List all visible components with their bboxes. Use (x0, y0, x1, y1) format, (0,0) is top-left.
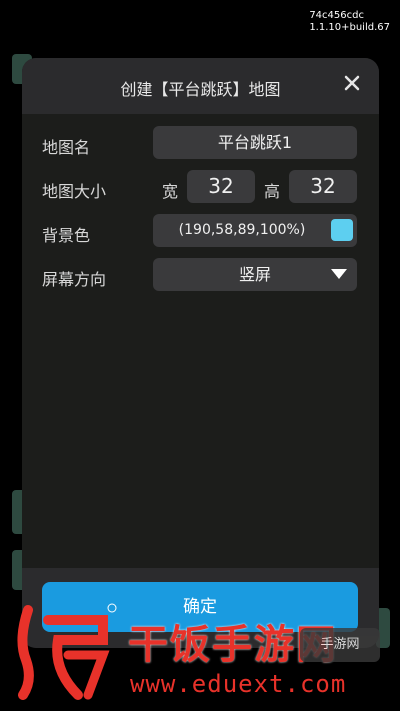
build-hash: 74c456cdc (309, 10, 364, 21)
height-input[interactable]: 32 (289, 170, 357, 203)
confirm-button[interactable]: 确定 (42, 582, 358, 632)
width-label: 宽 (162, 182, 179, 201)
dialog-title: 创建【平台跳跃】地图 (120, 80, 281, 99)
bg-color-label: 背景色 (42, 226, 91, 245)
orientation-label: 屏幕方向 (42, 270, 107, 289)
bg-color-field[interactable]: (190,58,89,100%) (153, 214, 357, 247)
confirm-area: 确定 (22, 568, 379, 648)
map-size-label: 地图大小 (42, 182, 107, 201)
dialog-header: 创建【平台跳跃】地图 (22, 58, 379, 114)
color-swatch[interactable] (331, 219, 353, 241)
bg-color-value: (190,58,89,100%) (178, 222, 306, 238)
width-input[interactable]: 32 (187, 170, 255, 203)
build-version: 1.1.10+build.67 (309, 22, 390, 33)
create-map-dialog: 创建【平台跳跃】地图 地图名 平台跳跃1 地图大小 宽 32 高 32 背景色 … (22, 58, 379, 648)
map-name-label: 地图名 (42, 138, 91, 157)
watermark-url: www.eduext.com (130, 670, 347, 698)
orientation-dropdown[interactable]: 竖屏 (153, 258, 357, 291)
height-label: 高 (264, 182, 281, 201)
orientation-value: 竖屏 (238, 265, 271, 284)
build-info: 74c456cdc 1.1.10+build.67 (309, 10, 390, 34)
dropdown-caret-icon[interactable] (331, 269, 347, 279)
close-icon[interactable] (343, 74, 361, 92)
map-name-input[interactable]: 平台跳跃1 (153, 126, 357, 159)
